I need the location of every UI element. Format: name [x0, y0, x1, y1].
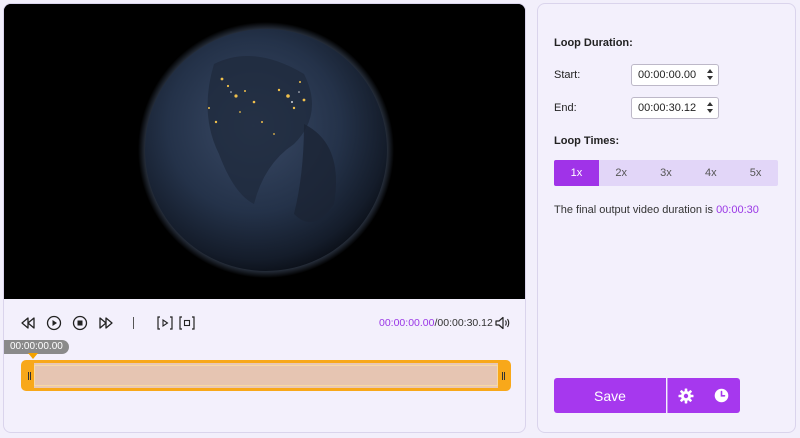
end-label: End:	[554, 102, 577, 114]
spinner-arrows-icon[interactable]	[707, 69, 714, 81]
save-button[interactable]: Save	[554, 378, 666, 413]
settings-button[interactable]	[667, 378, 703, 413]
loop-times-2x[interactable]: 2x	[599, 160, 644, 186]
loop-times-5x[interactable]: 5x	[733, 160, 778, 186]
gear-icon	[678, 388, 693, 403]
rewind-icon[interactable]	[20, 315, 36, 331]
loop-settings-panel: Loop Duration: Start: 00:00:00.00 End: 0…	[537, 3, 796, 433]
stop-icon[interactable]	[72, 315, 88, 331]
playhead-marker[interactable]	[28, 353, 38, 359]
volume-icon[interactable]	[495, 315, 511, 331]
output-duration-text: The final output video duration is 00:00…	[554, 204, 759, 216]
trim-selection[interactable]	[34, 365, 498, 386]
clock-icon	[714, 388, 729, 403]
time-readout: 00:00:00.00/00:00:30.12	[379, 317, 493, 329]
controls-divider	[133, 317, 134, 329]
trim-timeline[interactable]	[21, 360, 511, 391]
loop-times-3x[interactable]: 3x	[644, 160, 689, 186]
trim-start-handle[interactable]	[24, 363, 34, 388]
loop-times-4x[interactable]: 4x	[688, 160, 733, 186]
total-time: /00:00:30.12	[434, 317, 493, 329]
output-duration-label: The final output video duration is	[554, 204, 713, 216]
spinner-arrows-icon[interactable]	[707, 102, 714, 114]
loop-times-title: Loop Times:	[554, 135, 620, 147]
start-label: Start:	[554, 69, 581, 81]
set-start-icon[interactable]	[157, 315, 173, 331]
end-time-value: 00:00:30.12	[638, 102, 697, 114]
video-preview[interactable]	[4, 4, 525, 299]
set-end-icon[interactable]	[179, 315, 195, 331]
play-icon[interactable]	[46, 315, 62, 331]
grip-icon	[501, 371, 505, 380]
end-time-input[interactable]: 00:00:30.12	[631, 97, 719, 119]
loop-times-1x[interactable]: 1x	[554, 160, 599, 186]
fast-forward-icon[interactable]	[98, 315, 114, 331]
schedule-button[interactable]	[703, 378, 740, 413]
loop-times-selector: 1x 2x 3x 4x 5x	[554, 160, 778, 186]
playhead-time-label: 00:00:00.00	[4, 340, 69, 354]
loop-duration-title: Loop Duration:	[554, 37, 633, 49]
start-time-value: 00:00:00.00	[638, 69, 697, 81]
start-time-input[interactable]: 00:00:00.00	[631, 64, 719, 86]
current-time: 00:00:00.00	[379, 317, 435, 329]
playback-controls: 00:00:00.00/00:00:30.12	[4, 312, 525, 334]
trim-end-handle[interactable]	[498, 363, 508, 388]
grip-icon	[27, 371, 31, 380]
output-duration-value: 00:00:30	[716, 204, 759, 216]
preview-panel: 00:00:00.00/00:00:30.12 00:00:00.00	[3, 3, 526, 433]
